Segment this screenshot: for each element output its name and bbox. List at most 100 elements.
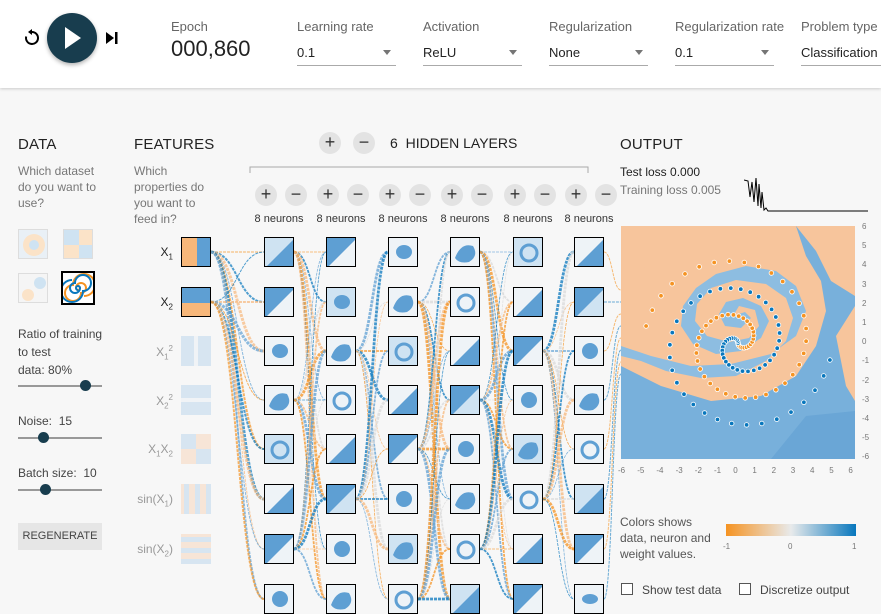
neuron-heatmap [451,386,479,414]
neuron-heatmap [327,535,355,563]
neuron-heatmap [265,386,293,414]
discretize-output-checkbox[interactable] [739,583,751,595]
add-neuron-button[interactable]: + [379,184,401,206]
neuron-heatmap [327,288,355,316]
neuron-node[interactable] [264,287,294,317]
x-tick-label: -4 [656,466,664,475]
neuron-node[interactable] [513,484,543,514]
neuron-node[interactable] [388,434,418,464]
neuron-node[interactable] [513,287,543,317]
neuron-node[interactable] [264,484,294,514]
neurons-count-label: 8 neurons [440,213,490,225]
y-tick-label: -6 [862,452,870,462]
neuron-node[interactable] [574,287,604,317]
y-tick-label: 6 [862,222,867,231]
neuron-heatmap [327,238,355,266]
neuron-node[interactable] [326,287,356,317]
neuron-node[interactable] [450,385,480,415]
neuron-node[interactable] [450,434,480,464]
add-neuron-button[interactable]: + [255,184,277,206]
neuron-heatmap [451,337,479,365]
neuron-node[interactable] [326,434,356,464]
neuron-node[interactable] [574,237,604,267]
training-loss-value: 0.005 [690,183,721,197]
neuron-heatmap [265,435,293,463]
neuron-node[interactable] [574,336,604,366]
y-tick-label: -3 [862,394,870,404]
color-legend-bar [726,524,856,536]
remove-neuron-button[interactable]: − [471,184,493,206]
neuron-node[interactable] [326,584,356,614]
x-tick-label: -6 [618,466,626,475]
add-neuron-button[interactable]: + [441,184,463,206]
neuron-node[interactable] [264,534,294,564]
neuron-node[interactable] [388,484,418,514]
neuron-node[interactable] [574,584,604,614]
add-neuron-button[interactable]: + [504,184,526,206]
neuron-node[interactable] [326,534,356,564]
neuron-node[interactable] [388,534,418,564]
neuron-node[interactable] [450,484,480,514]
neuron-heatmap [575,535,603,563]
remove-neuron-button[interactable]: − [534,184,556,206]
neuron-heatmap [514,535,542,563]
neuron-node[interactable] [450,287,480,317]
neuron-node[interactable] [450,534,480,564]
neuron-node[interactable] [264,237,294,267]
x-tick-label: 5 [829,466,834,475]
remove-neuron-button[interactable]: − [595,184,617,206]
neuron-node[interactable] [574,484,604,514]
neuron-heatmap [451,485,479,513]
neuron-node[interactable] [264,584,294,614]
neuron-node[interactable] [264,385,294,415]
neuron-node[interactable] [388,237,418,267]
neuron-node[interactable] [574,534,604,564]
loss-sparkline [744,177,868,212]
neuron-node[interactable] [388,336,418,366]
y-tick-label: 0 [862,337,867,347]
neuron-node[interactable] [513,584,543,614]
neuron-node[interactable] [513,385,543,415]
neuron-node[interactable] [450,237,480,267]
neuron-heatmap [389,585,417,613]
neuron-node[interactable] [264,434,294,464]
y-tick-label: 3 [862,279,867,289]
x-tick-label: -5 [637,466,645,475]
y-tick-label: -5 [862,433,870,443]
show-test-data-checkbox[interactable] [621,583,633,595]
y-tick-label: 2 [862,298,867,308]
add-neuron-button[interactable]: + [565,184,587,206]
neuron-node[interactable] [513,534,543,564]
output-heatmap [621,226,855,459]
neuron-node[interactable] [388,287,418,317]
neuron-node[interactable] [326,336,356,366]
neuron-node[interactable] [574,385,604,415]
neuron-heatmap [327,485,355,513]
neuron-node[interactable] [450,336,480,366]
add-neuron-button[interactable]: + [317,184,339,206]
neuron-heatmap [575,485,603,513]
remove-neuron-button[interactable]: − [285,184,307,206]
neuron-node[interactable] [326,385,356,415]
neuron-heatmap [575,585,603,613]
neuron-heatmap [514,337,542,365]
neuron-node[interactable] [574,434,604,464]
legend-text: Colors shows data, neuron and weight val… [620,515,711,561]
neuron-node[interactable] [513,237,543,267]
neuron-node[interactable] [513,336,543,366]
remove-neuron-button[interactable]: − [347,184,369,206]
neuron-node[interactable] [264,336,294,366]
neuron-node[interactable] [388,385,418,415]
neuron-node[interactable] [450,584,480,614]
y-tick-label: 1 [862,318,867,327]
neuron-heatmap [451,435,479,463]
neuron-node[interactable] [326,237,356,267]
x-tick-label: 2 [771,466,777,475]
test-loss-value: 0.000 [670,165,701,179]
x-tick-label: 6 [848,466,853,475]
neuron-node[interactable] [513,434,543,464]
neurons-count-label: 8 neurons [503,213,553,225]
neuron-node[interactable] [326,484,356,514]
neuron-node[interactable] [388,584,418,614]
remove-neuron-button[interactable]: − [409,184,431,206]
